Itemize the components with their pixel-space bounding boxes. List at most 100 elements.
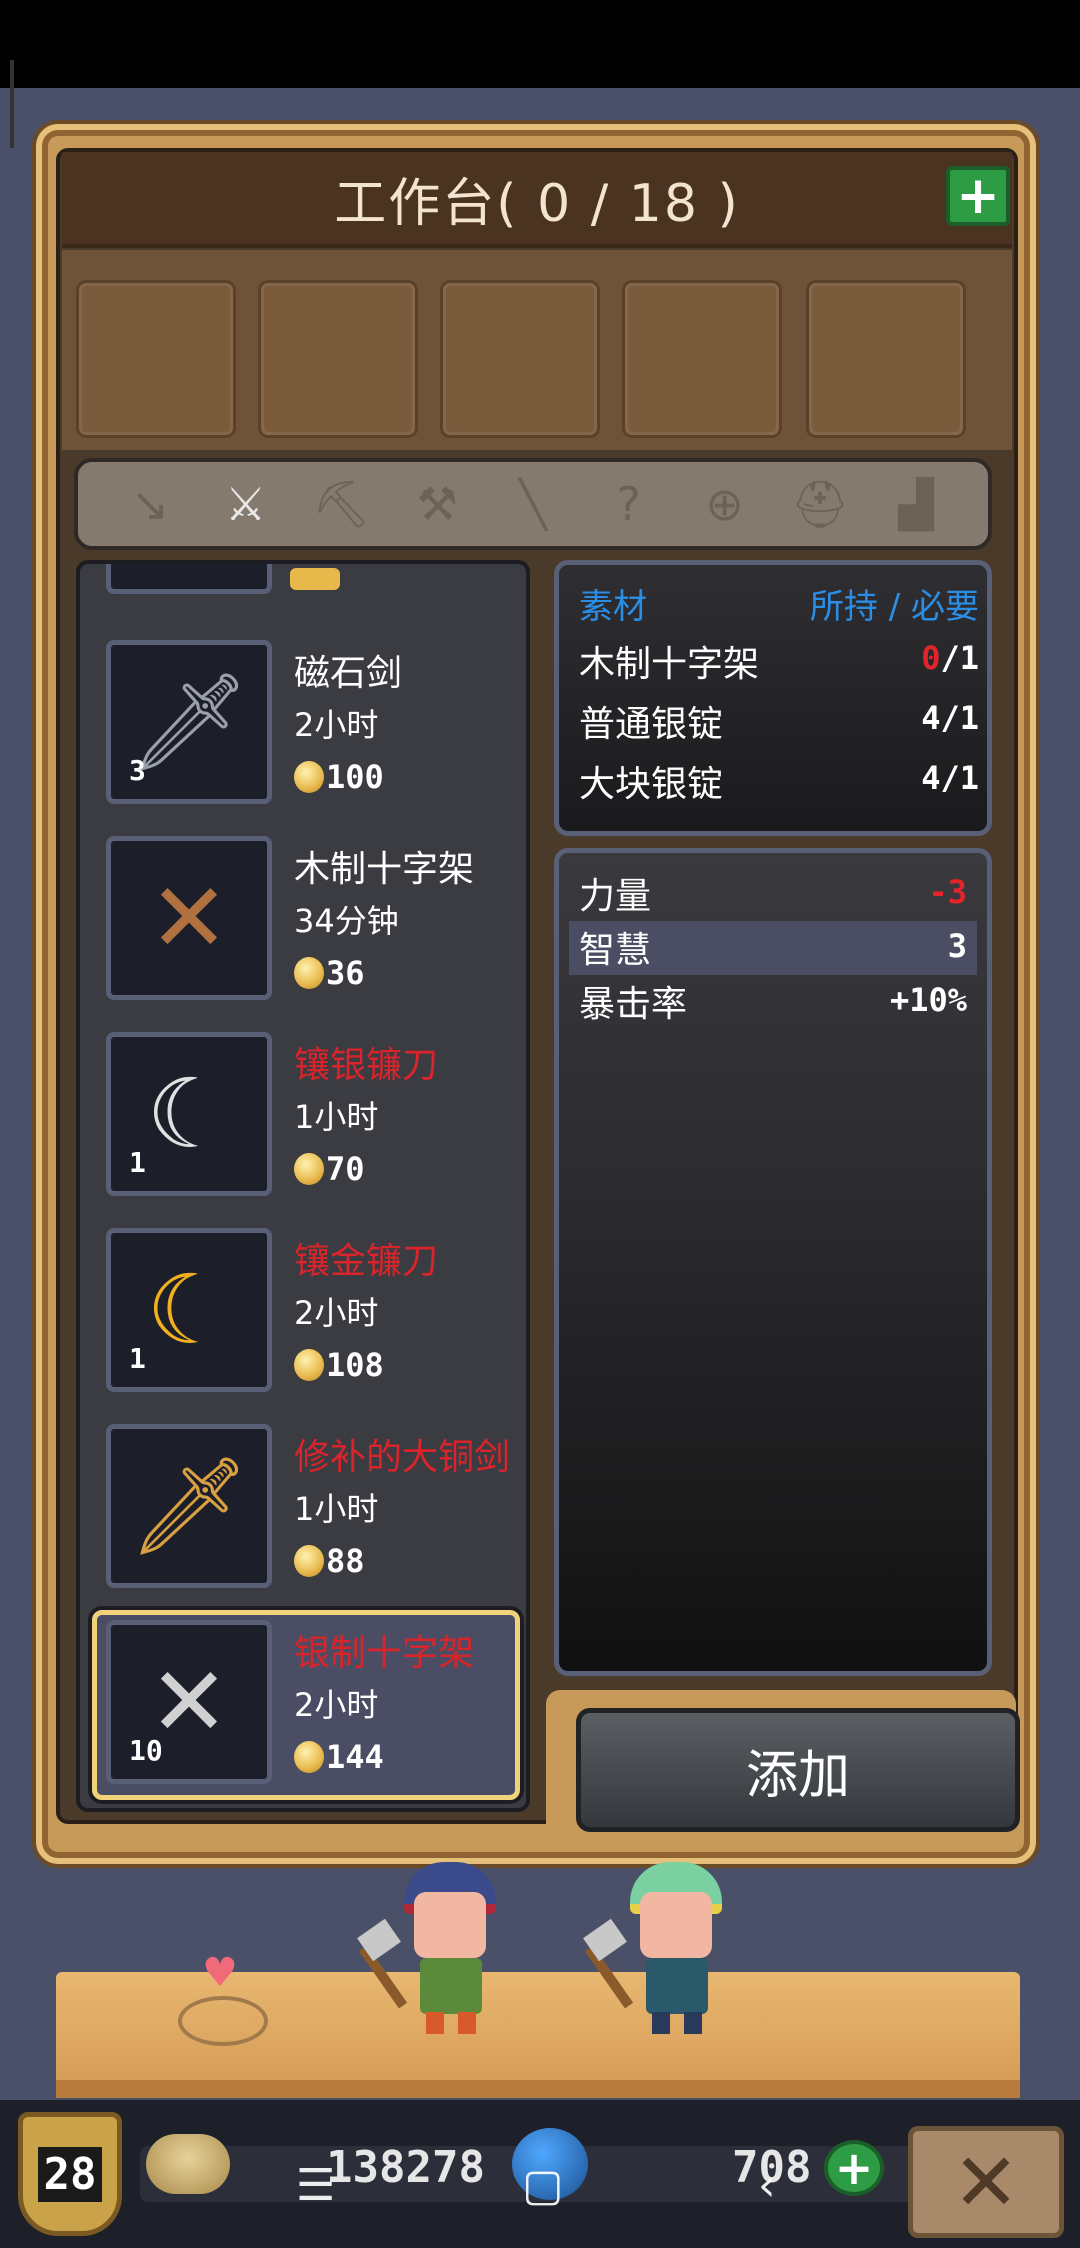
- worker-body: [420, 1958, 482, 2014]
- menu-icon[interactable]: ☰: [296, 2160, 335, 2211]
- recipe-price: 144: [294, 1738, 384, 1776]
- recipe-thumb: 🗡: [106, 1424, 272, 1588]
- have-qty: 4: [921, 699, 941, 737]
- misc-icon[interactable]: ▟: [884, 472, 948, 536]
- worker-character[interactable]: [583, 1862, 740, 2034]
- craft-slot[interactable]: [622, 280, 782, 438]
- material-name: 木制十字架: [579, 644, 760, 685]
- material-row: 木制十字架 0/1: [579, 635, 979, 691]
- need-qty: /1: [940, 759, 979, 797]
- worker-head: [414, 1892, 486, 1958]
- materials-label: 素材: [579, 587, 647, 627]
- have-qty: 0: [921, 639, 941, 677]
- recipe-name: 磁石剑: [294, 653, 403, 694]
- craft-slot[interactable]: [440, 280, 600, 438]
- bronze-sword-icon: 🗡: [128, 1449, 250, 1562]
- material-row: 大块银锭 4/1: [579, 755, 979, 811]
- recipe-price: 88: [294, 1542, 365, 1580]
- price-value: 36: [326, 954, 365, 992]
- owned-count: 1: [129, 1146, 146, 1179]
- recipe-item[interactable]: ☾ 1 镶金镰刀 2小时 108: [106, 1224, 506, 1394]
- craft-slot[interactable]: [258, 280, 418, 438]
- worker-body: [646, 1958, 708, 2014]
- back-icon[interactable]: ‹: [758, 2160, 776, 2211]
- add-slot-button[interactable]: +: [946, 166, 1010, 226]
- category-tabs: ↘ ⚔ ⛏ ⚒ ╲? ⊕ ⛑ ▟: [74, 458, 992, 550]
- coin-icon: [294, 957, 324, 989]
- stat-row: 智慧 3: [569, 921, 977, 975]
- edge-marker: [10, 60, 14, 148]
- material-qty: 4/1: [921, 699, 979, 737]
- staff-icon[interactable]: ╲: [501, 472, 565, 536]
- have-qty: 4: [921, 759, 941, 797]
- worker-leg: [652, 2012, 670, 2034]
- craft-slot[interactable]: [806, 280, 966, 438]
- recipe-thumb: ✕: [106, 836, 272, 1000]
- gold-icon: [146, 2134, 230, 2194]
- coin-icon: [294, 1545, 324, 1577]
- gold-amount: 138278: [326, 2142, 485, 2193]
- recipe-price: 70: [294, 1150, 365, 1188]
- recipe-thumb: ✕ 10: [106, 1620, 272, 1784]
- pot-icon[interactable]: ⛑: [788, 472, 852, 536]
- worker-leg: [684, 2012, 702, 2034]
- price-value: 100: [326, 758, 384, 796]
- level-badge[interactable]: 28: [18, 2112, 122, 2236]
- axe-icon[interactable]: ⛏: [309, 472, 373, 536]
- home-icon[interactable]: ▢: [522, 2160, 564, 2211]
- recipe-name: 修补的大铜剑: [294, 1437, 511, 1478]
- stat-row: 力量 -3: [569, 867, 977, 921]
- sword-icon[interactable]: ⚔: [214, 472, 278, 536]
- coin-icon: [294, 761, 324, 793]
- unknown-icon[interactable]: ?: [597, 472, 661, 536]
- craft-time: 1小时: [294, 1098, 379, 1136]
- worker-leg: [458, 2012, 476, 2034]
- recipe-item[interactable]: 🗡 修补的大铜剑 1小时 88: [106, 1420, 510, 1590]
- status-bar: [0, 0, 1080, 148]
- craft-time: 34分钟: [294, 902, 399, 940]
- recipe-item[interactable]: ✕ 10 银制十字架 2小时 144: [92, 1610, 520, 1800]
- material-qty: 0/1: [921, 639, 979, 677]
- close-button[interactable]: ✕: [908, 2126, 1064, 2238]
- recipe-name: 镶银镰刀: [294, 1045, 439, 1086]
- owned-count: 1: [129, 1342, 146, 1375]
- craft-time: 1小时: [294, 1490, 379, 1528]
- material-qty: 4/1: [921, 759, 979, 797]
- buy-gems-button[interactable]: +: [824, 2140, 884, 2196]
- price-value: 88: [326, 1542, 365, 1580]
- materials-header: 素材 所持 / 必要: [579, 579, 979, 628]
- price-value: 144: [326, 1738, 384, 1776]
- recipe-item[interactable]: 🗡 3 磁石剑 2小时 100: [106, 636, 506, 806]
- stat-value: +10%: [889, 981, 967, 1019]
- bow-icon[interactable]: ⊕: [692, 472, 756, 536]
- partial-coin-icon: [290, 568, 340, 590]
- coin-icon: [294, 1349, 324, 1381]
- recipe-price: 36: [294, 954, 365, 992]
- craft-slot[interactable]: [76, 280, 236, 438]
- stat-value: -3: [928, 873, 967, 911]
- owned-count: 10: [129, 1734, 163, 1767]
- craft-time: 2小时: [294, 1294, 379, 1332]
- add-button[interactable]: 添加: [576, 1708, 1020, 1832]
- stat-row: 暴击率 +10%: [569, 975, 977, 1029]
- recipe-item[interactable]: ✕ 木制十字架 34分钟 36: [106, 832, 506, 1002]
- spear-icon[interactable]: ↘: [118, 472, 182, 536]
- worker-head: [640, 1892, 712, 1958]
- recipe-price: 100: [294, 758, 384, 796]
- materials-panel: 素材 所持 / 必要 木制十字架 0/1 普通银锭 4/1 大块银锭 4/1: [554, 560, 992, 836]
- recipe-list[interactable]: 🗡 3 磁石剑 2小时 100 ✕ 木制十字架 34分钟 36 ☾ 1 镶银镰刀 1小时 70 ☾ 1 镶金镰刀…: [76, 560, 530, 1812]
- recipe-item[interactable]: ☾ 1 镶银镰刀 1小时 70: [106, 1028, 506, 1198]
- recipe-price: 108: [294, 1346, 384, 1384]
- page-title: 工作台( 0 / 18 ): [334, 173, 740, 234]
- stat-name: 暴击率: [579, 984, 688, 1025]
- price-value: 70: [326, 1150, 365, 1188]
- recipe-name: 木制十字架: [294, 849, 475, 890]
- recipe-name: 银制十字架: [294, 1633, 475, 1674]
- title-bar: 工作台( 0 / 18 ): [62, 152, 1012, 248]
- hammer-icon[interactable]: ⚒: [405, 472, 469, 536]
- stats-panel: 力量 -3 智慧 3 暴击率 +10%: [554, 848, 992, 1676]
- empty-worker-spot[interactable]: [178, 1996, 268, 2046]
- worker-character[interactable]: [357, 1862, 514, 2034]
- level-value: 28: [37, 2146, 103, 2202]
- material-row: 普通银锭 4/1: [579, 695, 979, 751]
